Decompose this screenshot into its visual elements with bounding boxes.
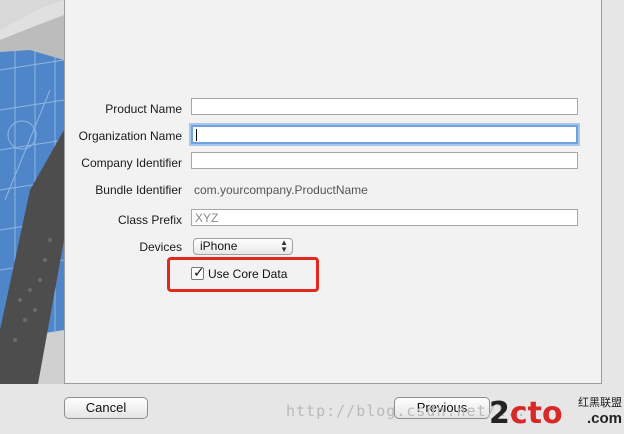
organization-name-label: Organization Name xyxy=(78,129,182,143)
hammer-blueprint-artwork xyxy=(0,0,64,384)
devices-select[interactable]: iPhone ▲ ▼ xyxy=(193,238,293,255)
class-prefix-label: Class Prefix xyxy=(117,213,182,227)
text-caret xyxy=(196,129,197,141)
class-prefix-input[interactable]: XYZ xyxy=(191,209,578,226)
logo-domain: .com xyxy=(586,410,622,427)
site-logo: 2cto 红黑联盟 .com xyxy=(489,392,624,434)
product-name-label: Product Name xyxy=(105,102,182,116)
devices-label: Devices xyxy=(139,240,182,254)
red-highlight-box xyxy=(167,257,319,292)
cancel-button[interactable]: Cancel xyxy=(64,397,148,419)
logo-mark: 2cto xyxy=(489,396,563,431)
bundle-identifier-value: com.yourcompany.ProductName xyxy=(194,183,368,197)
project-options-panel: Product Name Organization Name Company I… xyxy=(64,0,602,384)
logo-chinese-text: 红黑联盟 xyxy=(578,397,622,409)
bundle-identifier-label: Bundle Identifier xyxy=(95,183,182,197)
company-identifier-label: Company Identifier xyxy=(81,156,182,170)
up-down-arrows-icon: ▲ ▼ xyxy=(280,238,288,254)
devices-selected-value: iPhone xyxy=(200,239,238,253)
organization-name-input[interactable] xyxy=(191,125,578,144)
company-identifier-input[interactable] xyxy=(191,152,578,169)
product-name-input[interactable] xyxy=(191,98,578,115)
